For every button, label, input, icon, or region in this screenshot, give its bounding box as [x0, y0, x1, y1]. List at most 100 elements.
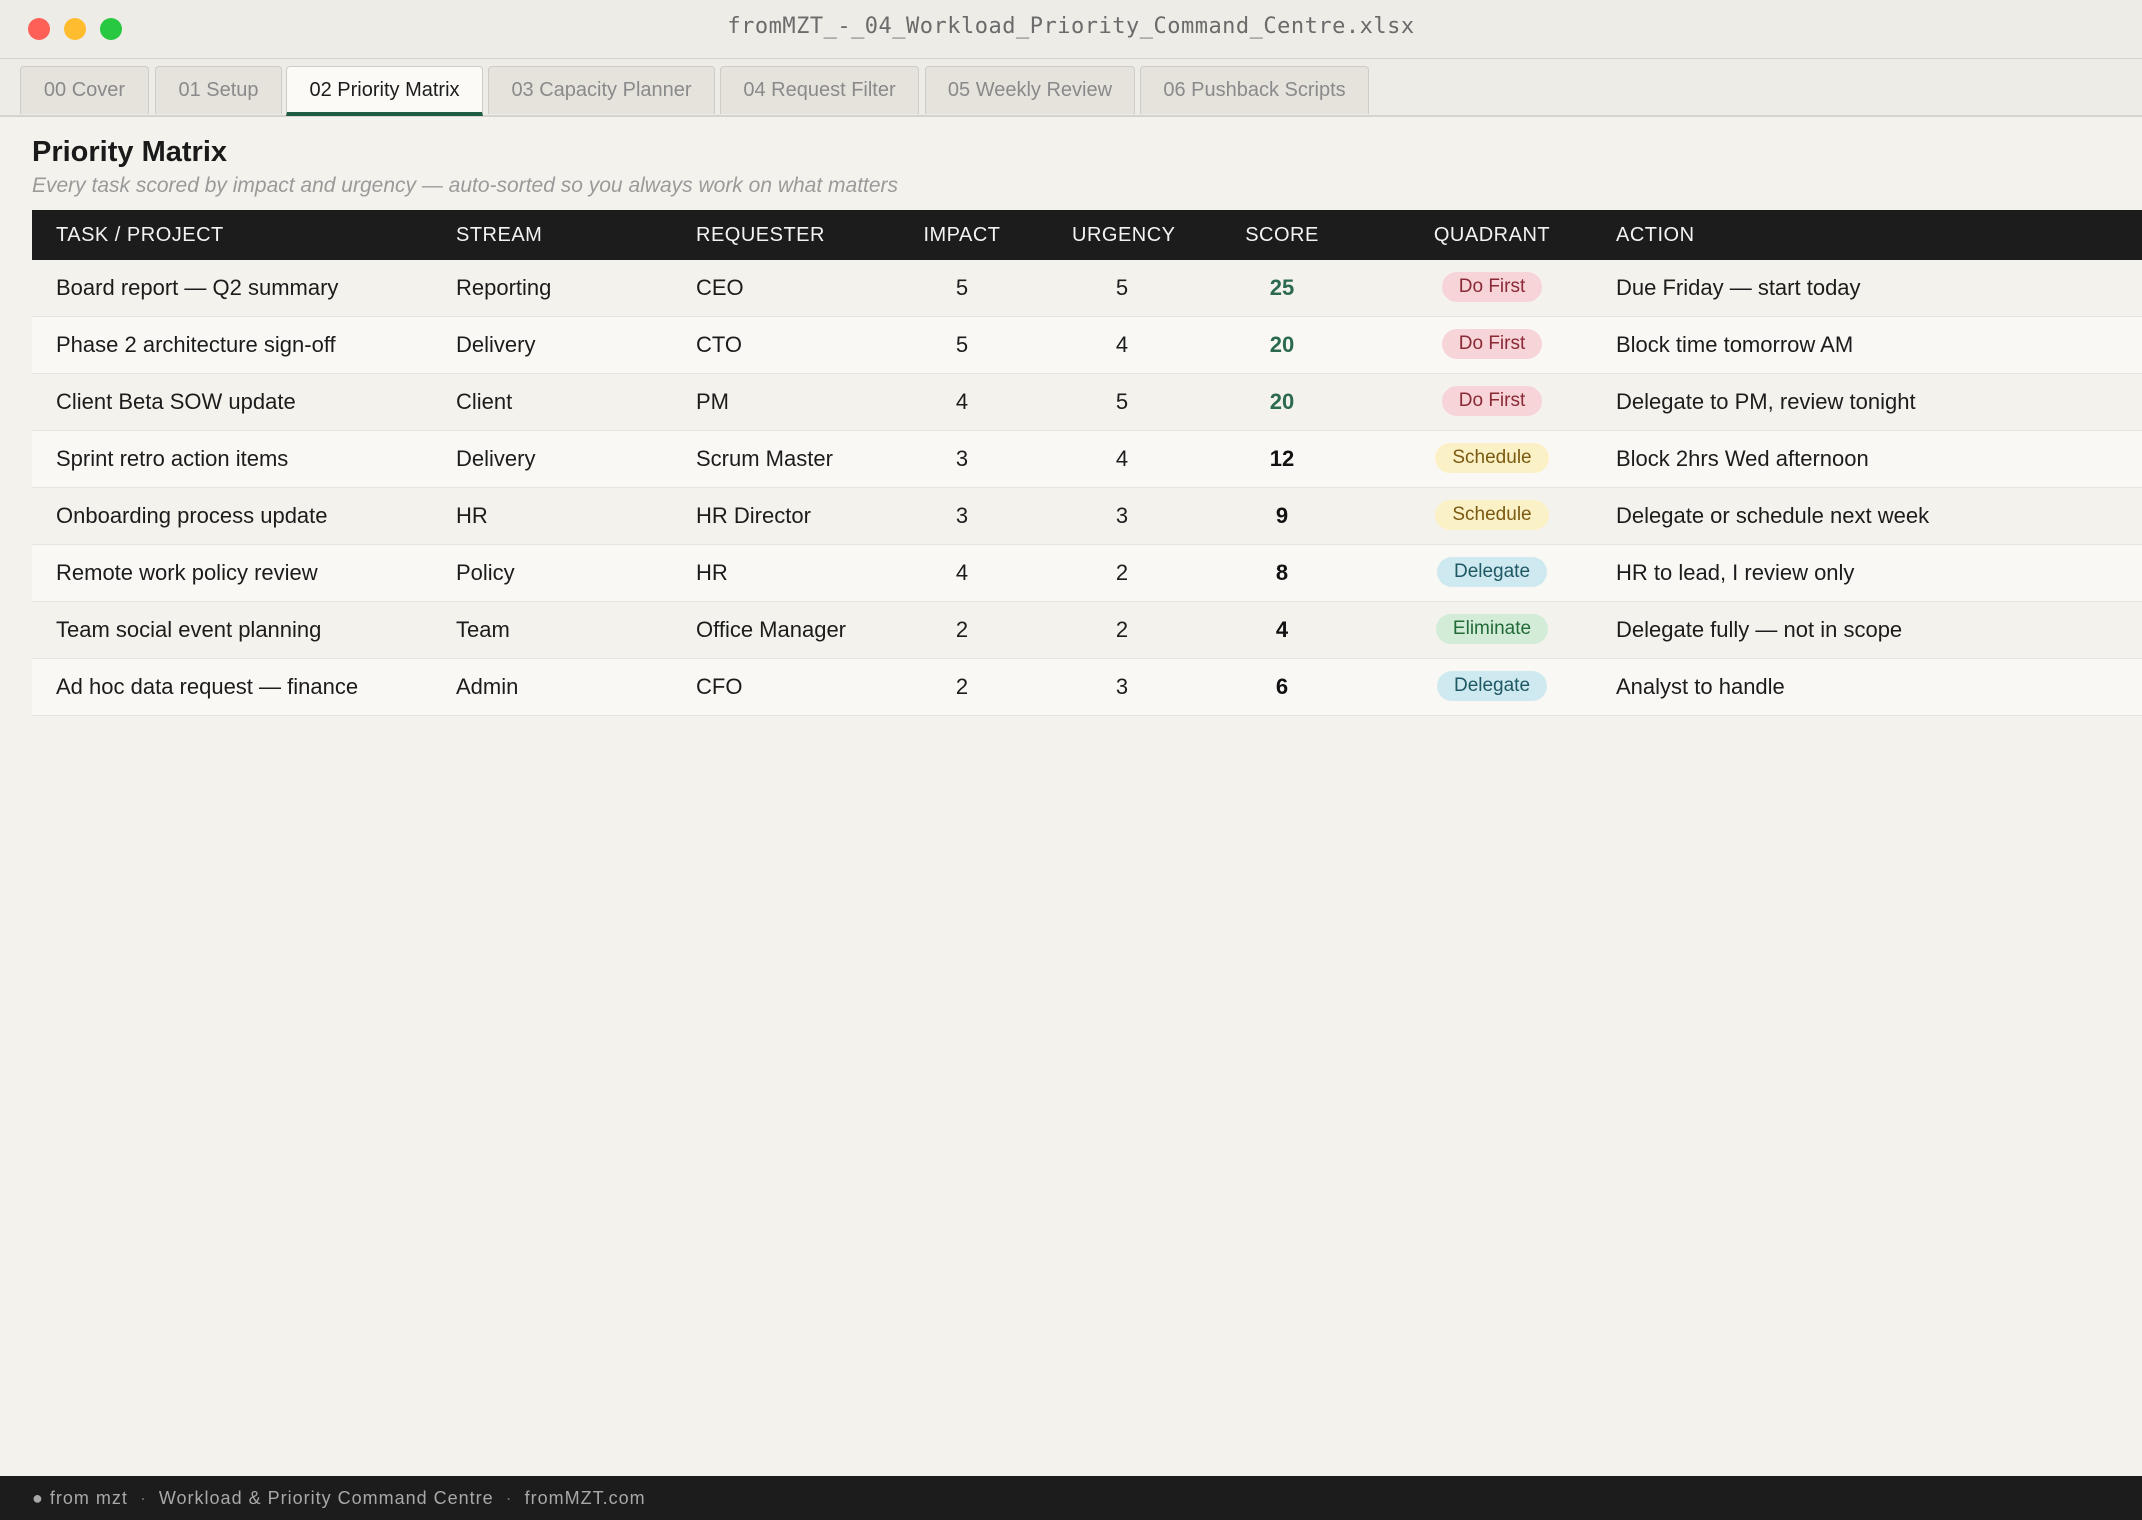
quadrant-cell[interactable]: Do First [1392, 374, 1592, 430]
requester-cell[interactable]: CTO [696, 317, 742, 373]
footer-brand: ● from mzt [32, 1488, 128, 1508]
tab-04-request-filter[interactable]: 04 Request Filter [720, 66, 919, 114]
requester-cell[interactable]: PM [696, 374, 729, 430]
quadrant-cell[interactable]: Schedule [1392, 488, 1592, 544]
score-cell[interactable]: 4 [1232, 602, 1332, 658]
stream-cell[interactable]: Team [456, 602, 510, 658]
quadrant-cell[interactable]: Eliminate [1392, 602, 1592, 658]
column-header-requester[interactable]: REQUESTER [696, 210, 825, 260]
footer-text: ● from mzt · Workload & Priority Command C… [32, 1476, 646, 1520]
stream-cell[interactable]: Delivery [456, 431, 535, 487]
score-cell[interactable]: 9 [1232, 488, 1332, 544]
column-header-stream[interactable]: STREAM [456, 210, 542, 260]
action-cell[interactable]: Delegate or schedule next week [1616, 488, 1929, 544]
action-cell[interactable]: Due Friday — start today [1616, 260, 1861, 316]
stream-cell[interactable]: HR [456, 488, 488, 544]
task-cell[interactable]: Remote work policy review [56, 545, 318, 601]
footer-bar: ● from mzt · Workload & Priority Command C… [0, 1476, 2142, 1520]
table-row[interactable]: Team social event planning Team Office M… [32, 602, 2142, 659]
table-row[interactable]: Client Beta SOW update Client PM 4 5 20 … [32, 374, 2142, 431]
footer-site-link[interactable]: fromMZT.com [525, 1488, 646, 1508]
score-cell[interactable]: 25 [1232, 260, 1332, 316]
impact-cell[interactable]: 3 [912, 431, 1012, 487]
table-row[interactable]: Onboarding process update HR HR Director… [32, 488, 2142, 545]
task-cell[interactable]: Board report — Q2 summary [56, 260, 338, 316]
impact-cell[interactable]: 3 [912, 488, 1012, 544]
stream-cell[interactable]: Delivery [456, 317, 535, 373]
window-titlebar: fromMZT_-_04_Workload_Priority_Command_C… [0, 0, 2142, 59]
urgency-cell[interactable]: 4 [1072, 317, 1172, 373]
requester-cell[interactable]: HR Director [696, 488, 811, 544]
quadrant-cell[interactable]: Delegate [1392, 545, 1592, 601]
urgency-cell[interactable]: 5 [1072, 260, 1172, 316]
quadrant-badge: Schedule [1435, 500, 1549, 531]
column-header-task[interactable]: TASK / PROJECT [56, 210, 224, 260]
action-cell[interactable]: Analyst to handle [1616, 659, 1785, 715]
column-header-impact[interactable]: IMPACT [912, 210, 1012, 260]
urgency-cell[interactable]: 2 [1072, 545, 1172, 601]
impact-cell[interactable]: 4 [912, 374, 1012, 430]
quadrant-cell[interactable]: Schedule [1392, 431, 1592, 487]
requester-cell[interactable]: CFO [696, 659, 742, 715]
table-header-row: TASK / PROJECT STREAM REQUESTER IMPACT U… [32, 210, 2142, 260]
tab-03-capacity-planner[interactable]: 03 Capacity Planner [488, 66, 715, 114]
urgency-cell[interactable]: 5 [1072, 374, 1172, 430]
action-cell[interactable]: HR to lead, I review only [1616, 545, 1854, 601]
footer-separator: · [139, 1488, 147, 1508]
requester-cell[interactable]: Scrum Master [696, 431, 833, 487]
task-cell[interactable]: Client Beta SOW update [56, 374, 296, 430]
action-cell[interactable]: Delegate to PM, review tonight [1616, 374, 1916, 430]
quadrant-cell[interactable]: Do First [1392, 260, 1592, 316]
tab-00-cover[interactable]: 00 Cover [20, 66, 149, 114]
priority-matrix-table: TASK / PROJECT STREAM REQUESTER IMPACT U… [32, 210, 2142, 716]
column-header-action[interactable]: ACTION [1616, 210, 1695, 260]
sheet-tab-bar: 00 Cover 01 Setup 02 Priority Matrix 03 … [0, 59, 2142, 117]
tab-05-weekly-review[interactable]: 05 Weekly Review [925, 66, 1135, 114]
requester-cell[interactable]: Office Manager [696, 602, 846, 658]
page-subtitle: Every task scored by impact and urgency … [32, 174, 899, 197]
stream-cell[interactable]: Reporting [456, 260, 551, 316]
impact-cell[interactable]: 5 [912, 317, 1012, 373]
quadrant-badge: Delegate [1436, 671, 1548, 702]
impact-cell[interactable]: 5 [912, 260, 1012, 316]
score-cell[interactable]: 20 [1232, 317, 1332, 373]
column-header-quadrant[interactable]: QUADRANT [1392, 210, 1592, 260]
task-cell[interactable]: Team social event planning [56, 602, 321, 658]
task-cell[interactable]: Phase 2 architecture sign-off [56, 317, 336, 373]
tab-06-pushback-scripts[interactable]: 06 Pushback Scripts [1140, 66, 1369, 114]
impact-cell[interactable]: 4 [912, 545, 1012, 601]
tab-02-priority-matrix[interactable]: 02 Priority Matrix [286, 66, 483, 116]
table-row[interactable]: Remote work policy review Policy HR 4 2 … [32, 545, 2142, 602]
requester-cell[interactable]: CEO [696, 260, 744, 316]
urgency-cell[interactable]: 4 [1072, 431, 1172, 487]
impact-cell[interactable]: 2 [912, 602, 1012, 658]
action-cell[interactable]: Block time tomorrow AM [1616, 317, 1853, 373]
quadrant-cell[interactable]: Delegate [1392, 659, 1592, 715]
urgency-cell[interactable]: 3 [1072, 488, 1172, 544]
task-cell[interactable]: Onboarding process update [56, 488, 328, 544]
column-header-score[interactable]: SCORE [1232, 210, 1332, 260]
column-header-urgency[interactable]: URGENCY [1072, 210, 1175, 260]
quadrant-badge: Schedule [1435, 443, 1549, 474]
action-cell[interactable]: Block 2hrs Wed afternoon [1616, 431, 1869, 487]
score-cell[interactable]: 12 [1232, 431, 1332, 487]
table-row[interactable]: Phase 2 architecture sign-off Delivery C… [32, 317, 2142, 374]
tab-01-setup[interactable]: 01 Setup [155, 66, 282, 114]
requester-cell[interactable]: HR [696, 545, 728, 601]
urgency-cell[interactable]: 3 [1072, 659, 1172, 715]
stream-cell[interactable]: Policy [456, 545, 515, 601]
impact-cell[interactable]: 2 [912, 659, 1012, 715]
task-cell[interactable]: Sprint retro action items [56, 431, 288, 487]
score-cell[interactable]: 20 [1232, 374, 1332, 430]
quadrant-cell[interactable]: Do First [1392, 317, 1592, 373]
action-cell[interactable]: Delegate fully — not in scope [1616, 602, 1902, 658]
stream-cell[interactable]: Client [456, 374, 512, 430]
urgency-cell[interactable]: 2 [1072, 602, 1172, 658]
score-cell[interactable]: 8 [1232, 545, 1332, 601]
task-cell[interactable]: Ad hoc data request — finance [56, 659, 358, 715]
score-cell[interactable]: 6 [1232, 659, 1332, 715]
stream-cell[interactable]: Admin [456, 659, 518, 715]
table-row[interactable]: Sprint retro action items Delivery Scrum… [32, 431, 2142, 488]
table-row[interactable]: Board report — Q2 summary Reporting CEO … [32, 260, 2142, 317]
table-row[interactable]: Ad hoc data request — finance Admin CFO … [32, 659, 2142, 716]
